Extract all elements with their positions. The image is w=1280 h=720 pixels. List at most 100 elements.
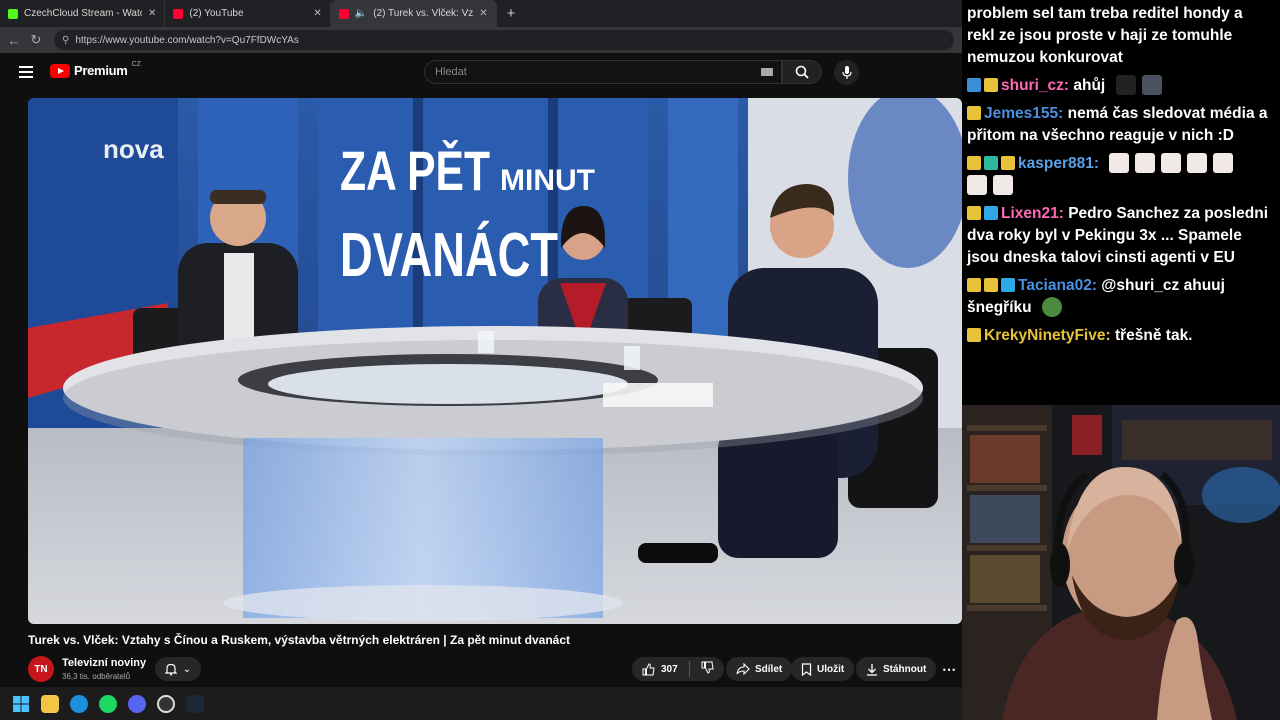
new-tab-button[interactable]: + — [497, 0, 526, 27]
youtube-page: Premium CZ Hledat nova ZA PĚT MINUT DVAN… — [0, 53, 962, 687]
channel-info[interactable]: TN Televizní noviny 36,3 tis. odběratelů — [28, 656, 146, 682]
more-actions-button[interactable]: ⋯ — [936, 657, 962, 681]
search-placeholder: Hledat — [435, 66, 467, 78]
download-button[interactable]: Stáhnout — [856, 657, 937, 681]
channel-name[interactable]: Televizní noviny — [62, 657, 146, 669]
like-button[interactable]: 307 — [642, 662, 678, 676]
reload-icon[interactable]: ↻ — [22, 32, 50, 48]
screen: CzechCloud Stream - Watch Live o ✕ (2) Y… — [0, 0, 1280, 720]
youtube-logo[interactable]: Premium CZ — [50, 61, 141, 78]
chat-badge-icon — [1001, 278, 1015, 292]
chat-message: Taciana02: @shuri_cz ahuuj šnegříku — [967, 275, 1274, 319]
steam-icon[interactable] — [186, 694, 204, 713]
close-tab-icon[interactable]: ✕ — [313, 8, 321, 19]
divider — [688, 661, 690, 677]
youtube-play-icon — [50, 63, 70, 78]
emote-icon — [1213, 153, 1234, 173]
channel-avatar[interactable]: TN — [28, 656, 54, 682]
kick-favicon-icon — [8, 8, 18, 19]
emote-icon — [1115, 75, 1136, 95]
tab-video[interactable]: 🔈 (2) Turek vs. Vlček: Vztahy s Č ✕ — [330, 0, 497, 27]
tab-czechcloud[interactable]: CzechCloud Stream - Watch Live o ✕ — [0, 0, 166, 27]
chat-username: shuri_cz: — [1001, 77, 1070, 94]
thumbs-down-icon — [701, 661, 714, 674]
youtube-favicon-icon — [338, 8, 349, 19]
chat-badge-icon — [1001, 156, 1015, 170]
chat-message: problem sel tam treba reditel hondy a re… — [967, 3, 1274, 69]
url-field[interactable]: ⚲ https://www.youtube.com/watch?v=Qu7FfD… — [54, 30, 954, 50]
subscriber-count: 36,3 tis. odběratelů — [62, 672, 131, 681]
chat-username: kasper881: — [1018, 155, 1100, 172]
tab-title: (2) YouTube — [189, 8, 244, 19]
share-icon — [736, 663, 750, 675]
more-icon: ⋯ — [942, 660, 956, 677]
chevron-down-icon: ⌄ — [182, 663, 192, 675]
chat-message: kasper881: — [967, 153, 1274, 197]
chat-badge-icon — [967, 206, 981, 220]
edge-browser-icon[interactable] — [70, 694, 88, 713]
keyboard-icon[interactable] — [761, 68, 773, 76]
url-text: https://www.youtube.com/watch?v=Qu7FfDWc… — [75, 34, 299, 46]
video-title: Turek vs. Vlček: Vztahy s Čínou a Ruskem… — [28, 633, 571, 647]
emote-icon — [967, 175, 987, 195]
emote-icon — [1135, 153, 1156, 173]
like-count: 307 — [661, 663, 678, 675]
search-icon — [795, 65, 809, 79]
download-label: Stáhnout — [883, 663, 927, 675]
share-label: Sdílet — [755, 663, 783, 675]
youtube-header: Premium CZ Hledat — [0, 53, 962, 91]
chat-badge-icon — [967, 278, 981, 292]
share-button[interactable]: Sdílet — [726, 657, 793, 681]
tab-title: CzechCloud Stream - Watch Live o — [24, 8, 142, 19]
tab-youtube[interactable]: (2) YouTube ✕ — [165, 0, 331, 27]
video-player[interactable]: nova ZA PĚT MINUT DVANÁCT — [28, 98, 962, 624]
webcam-feed — [962, 405, 1280, 720]
chat-message: shuri_cz: ahůj — [967, 75, 1274, 97]
chat-badge-icon — [984, 156, 998, 170]
chat-badge-icon — [967, 156, 981, 170]
save-label: Uložit — [817, 663, 845, 675]
like-dislike-group: 307 — [632, 657, 724, 681]
emote-icon — [1141, 75, 1162, 95]
overlay-line1b: MINUT — [500, 164, 595, 197]
webcam-image — [962, 405, 1280, 720]
chat-message: Lixen21: Pedro Sanchez za posledni dva r… — [967, 203, 1274, 269]
browser-tab-bar: CzechCloud Stream - Watch Live o ✕ (2) Y… — [0, 0, 962, 27]
logo-text: Premium — [74, 63, 128, 78]
thumbs-up-icon — [642, 662, 655, 675]
windows-start-icon[interactable] — [12, 695, 30, 713]
nova-brand: nova — [103, 134, 164, 164]
video-frame: nova ZA PĚT MINUT DVANÁCT — [28, 98, 962, 624]
file-explorer-icon[interactable] — [41, 694, 59, 713]
menu-icon[interactable] — [19, 66, 33, 78]
spotify-icon[interactable] — [99, 694, 117, 713]
download-icon — [867, 663, 877, 676]
site-info-icon[interactable]: ⚲ — [62, 35, 69, 46]
speaker-icon[interactable]: 🔈 — [355, 8, 367, 19]
chat-badge-icon — [984, 278, 998, 292]
search-input[interactable]: Hledat — [424, 60, 782, 84]
close-tab-icon[interactable]: ✕ — [148, 8, 156, 19]
chat-message: KrekyNinetyFive: třešně tak. — [967, 325, 1274, 347]
address-bar-row: ← ↻ ⚲ https://www.youtube.com/watch?v=Qu… — [0, 27, 962, 53]
chat-username: KrekyNinetyFive: — [984, 327, 1111, 344]
voice-search-button[interactable] — [834, 60, 859, 85]
save-button[interactable]: Uložit — [791, 657, 855, 681]
emote-icon — [1109, 153, 1130, 173]
microphone-icon — [841, 65, 852, 79]
obs-icon[interactable] — [157, 694, 175, 713]
emote-icon — [1161, 153, 1182, 173]
chat-badge-icon — [984, 78, 998, 92]
emote-icon — [1187, 153, 1208, 173]
overlay-line1a: ZA PĚT — [340, 139, 490, 202]
close-tab-icon[interactable]: ✕ — [479, 8, 487, 19]
search-button[interactable] — [782, 60, 822, 84]
logo-region: CZ — [131, 61, 141, 68]
discord-icon[interactable] — [128, 694, 146, 713]
notification-bell-button[interactable]: ⌄ — [155, 657, 201, 681]
dislike-button[interactable] — [701, 661, 714, 677]
taskbar — [0, 687, 962, 720]
chat-message-text: problem sel tam treba reditel hondy a re… — [967, 5, 1243, 66]
chat-message-text: třešně tak. — [1114, 327, 1193, 344]
emote-icon — [1041, 297, 1062, 317]
